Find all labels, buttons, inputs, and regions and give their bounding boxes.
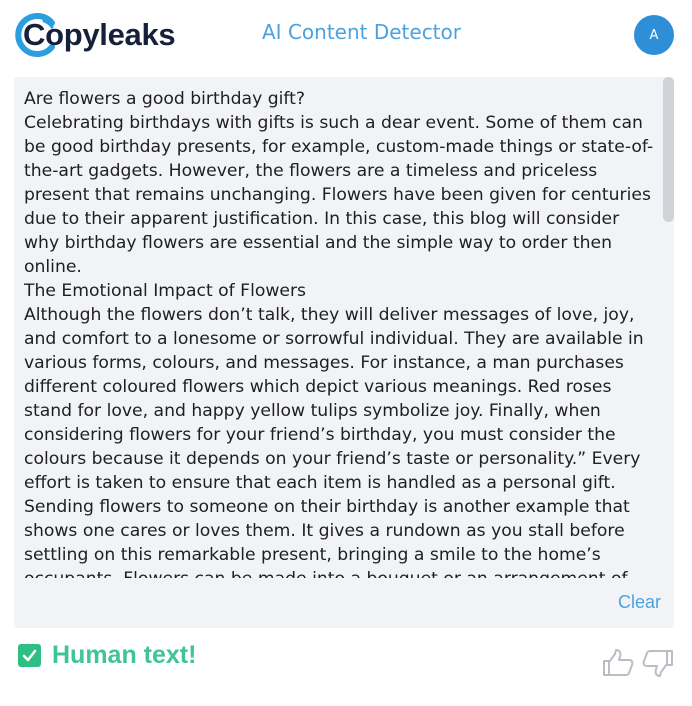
copyleaks-logo[interactable]: Copyleaks	[14, 12, 176, 60]
vertical-scrollbar[interactable]	[663, 77, 674, 597]
result-status: Human text!	[18, 640, 196, 670]
text-paragraph: Are flowers a good birthday gift?	[24, 89, 306, 109]
scrollbar-thumb[interactable]	[663, 77, 674, 222]
app-title: AI Content Detector	[262, 20, 461, 44]
text-paragraph: Sending flowers to someone on their birt…	[24, 497, 630, 578]
thumbs-up-icon[interactable]	[602, 649, 634, 677]
thumbs-down-icon[interactable]	[642, 649, 674, 677]
result-label: Human text!	[52, 640, 197, 669]
check-icon	[18, 643, 41, 667]
clear-button[interactable]: Clear	[618, 592, 661, 613]
text-input-area[interactable]: Are flowers a good birthday gift? Celebr…	[24, 87, 659, 578]
logo-text: Copyleaks	[23, 17, 176, 52]
app-header: Copyleaks AI Content Detector A	[0, 0, 692, 72]
text-paragraph: The Emotional Impact of Flowers	[24, 281, 307, 301]
text-panel: Are flowers a good birthday gift? Celebr…	[14, 77, 674, 628]
user-avatar[interactable]: A	[634, 15, 674, 55]
text-paragraph: Although the flowers don’t talk, they wi…	[24, 305, 644, 493]
text-paragraph: Celebrating birthdays with gifts is such…	[24, 113, 654, 277]
